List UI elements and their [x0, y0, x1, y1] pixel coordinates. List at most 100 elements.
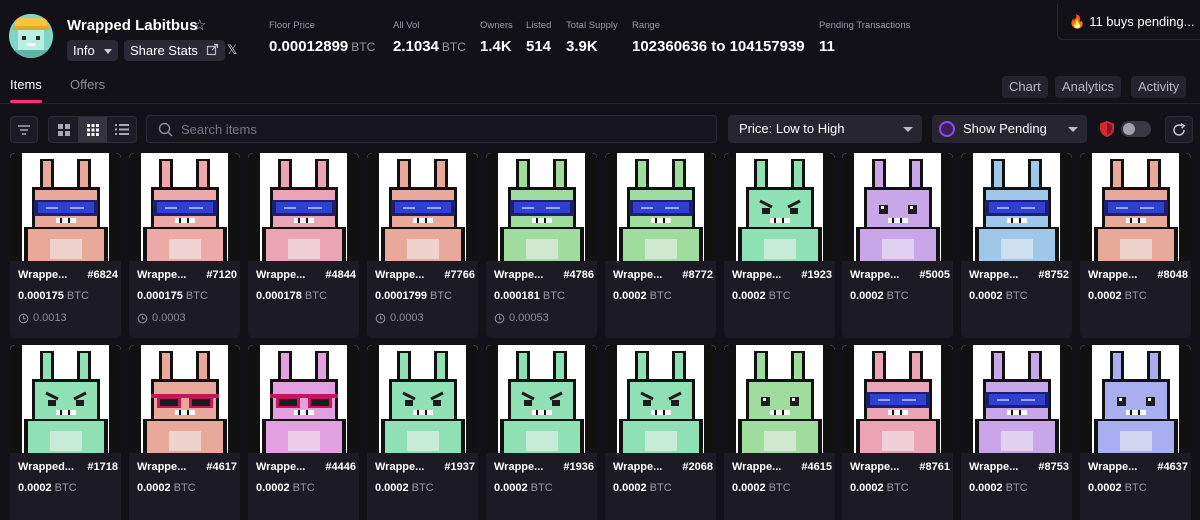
item-name: Wrappe... [732, 461, 782, 473]
favorite-star-icon[interactable]: ☆ [193, 16, 206, 34]
x-social-icon[interactable]: 𝕏 [227, 42, 237, 58]
item-price-value: 0.0002 [969, 290, 1003, 302]
refresh-button[interactable] [1165, 116, 1193, 143]
item-image [129, 153, 240, 261]
item-number: #4446 [325, 461, 356, 473]
item-card[interactable]: Wrappe... #8753 0.0002 BTC [961, 345, 1072, 520]
item-title: Wrappe... #2068 [613, 461, 713, 473]
item-title: Wrappe... #7766 [375, 269, 475, 281]
item-price-unit: BTC [886, 290, 909, 302]
item-card[interactable]: Wrappe... #4786 0.000181 BTC 0.00053 [486, 153, 597, 338]
item-card[interactable]: Wrappe... #7120 0.000175 BTC 0.0003 [129, 153, 240, 338]
list-icon [114, 124, 129, 135]
item-title: Wrappe... #4446 [256, 461, 356, 473]
pending-buys-text: 11 buys pending... [1089, 14, 1195, 29]
chevron-down-icon [1068, 127, 1078, 132]
item-card[interactable]: Wrappe... #1936 0.0002 BTC [486, 345, 597, 520]
item-price: 0.0002 BTC [613, 290, 672, 302]
pending-buys-banner[interactable]: 🔥 11 buys pending... [1057, 4, 1200, 40]
stat-all-volume: All Vol 2.1034 BTC [393, 20, 466, 55]
chevron-down-icon [903, 127, 913, 132]
item-card[interactable]: Wrappe... #6824 0.000175 BTC 0.0013 [10, 153, 121, 338]
stat-label: Range [632, 20, 660, 31]
item-price: 0.0002 BTC [18, 482, 77, 494]
filter-toggle-button[interactable] [10, 116, 38, 143]
item-price-unit: BTC [649, 482, 672, 494]
item-price-unit: BTC [1124, 290, 1147, 302]
item-number: #4786 [563, 269, 594, 281]
item-card[interactable]: Wrappe... #4446 0.0002 BTC [248, 345, 359, 520]
item-name: Wrappe... [137, 461, 187, 473]
item-image [129, 345, 240, 453]
item-card[interactable]: Wrappe... #8761 0.0002 BTC [842, 345, 953, 520]
tab-activity[interactable]: Activity [1131, 76, 1187, 98]
small-grid-view-button[interactable] [78, 117, 107, 142]
item-title: Wrappe... #7120 [137, 269, 237, 281]
share-stats-button[interactable]: Share Stats [124, 40, 225, 61]
item-number: #1936 [563, 461, 594, 473]
item-price-value: 0.000175 [18, 290, 64, 302]
tab-chart[interactable]: Chart [1002, 76, 1048, 98]
shield-toggle[interactable] [1121, 121, 1151, 137]
tab-offers[interactable]: Offers [70, 77, 105, 92]
item-card[interactable]: Wrappe... #8752 0.0002 BTC [961, 153, 1072, 338]
stat-total-supply: Total Supply 3.9K [566, 20, 618, 55]
item-title: Wrappe... #6824 [18, 269, 118, 281]
toggle-knob [1123, 123, 1135, 135]
item-name: Wrappe... [1088, 269, 1138, 281]
item-title: Wrappe... #8048 [1088, 269, 1188, 281]
item-card[interactable]: Wrappe... #1923 0.0002 BTC [724, 153, 835, 338]
stat-label: Pending Transactions [819, 20, 911, 31]
item-number: #8761 [919, 461, 950, 473]
item-number: #7120 [206, 269, 237, 281]
item-price: 0.0002 BTC [137, 482, 196, 494]
large-grid-view-button[interactable] [49, 117, 78, 142]
last-sale-icon [494, 313, 505, 323]
info-dropdown-button[interactable]: Info [67, 40, 119, 61]
item-price: 0.000181 BTC [494, 290, 565, 302]
stat-listed: Listed 514 [526, 20, 551, 55]
item-name: Wrappe... [613, 461, 663, 473]
item-title: Wrappe... #1937 [375, 461, 475, 473]
pending-filter-select[interactable]: Show Pending [932, 115, 1087, 143]
item-card[interactable]: Wrappe... #4844 0.000178 BTC [248, 153, 359, 338]
item-number: #1718 [87, 461, 118, 473]
item-card[interactable]: Wrappe... #8772 0.0002 BTC [605, 153, 716, 338]
item-card[interactable]: Wrappe... #4637 0.0002 BTC [1080, 345, 1191, 520]
item-name: Wrappe... [256, 461, 306, 473]
item-price: 0.0002 BTC [850, 482, 909, 494]
marketplace-collection-page: Wrapped Labitbus ☆ Info Share Stats 𝕏 Fl… [0, 0, 1200, 520]
item-card[interactable]: Wrapped... #1718 0.0002 BTC [10, 345, 121, 520]
item-card[interactable]: Wrappe... #4617 0.0002 BTC [129, 345, 240, 520]
sort-select[interactable]: Price: Low to High [728, 115, 922, 143]
item-card[interactable]: Wrappe... #1937 0.0002 BTC [367, 345, 478, 520]
item-price-unit: BTC [66, 290, 89, 302]
item-name: Wrappe... [375, 461, 425, 473]
item-price-value: 0.0002 [732, 290, 766, 302]
tab-analytics[interactable]: Analytics [1055, 76, 1122, 98]
tab-items[interactable]: Items [10, 77, 42, 92]
item-card[interactable]: Wrappe... #7766 0.0001799 BTC 0.0003 [367, 153, 478, 338]
item-price: 0.0002 BTC [969, 290, 1028, 302]
stat-range: Range 102360636 to 104157939 [632, 20, 805, 55]
view-mode-group [48, 116, 137, 143]
item-price-unit: BTC [886, 482, 909, 494]
item-card[interactable]: Wrappe... #8048 0.0002 BTC [1080, 153, 1191, 338]
item-card[interactable]: Wrappe... #2068 0.0002 BTC [605, 345, 716, 520]
item-number: #8048 [1157, 269, 1188, 281]
last-sale-icon [375, 313, 386, 323]
item-price: 0.0002 BTC [732, 290, 791, 302]
item-number: #8753 [1038, 461, 1069, 473]
info-label: Info [73, 43, 95, 58]
item-price-value: 0.0002 [613, 482, 647, 494]
item-price-value: 0.000181 [494, 290, 540, 302]
item-card[interactable]: Wrappe... #5005 0.0002 BTC [842, 153, 953, 338]
item-card[interactable]: Wrappe... #4615 0.0002 BTC [724, 345, 835, 520]
item-name: Wrappe... [613, 269, 663, 281]
item-image [605, 153, 716, 261]
item-image [1080, 153, 1191, 261]
list-view-button[interactable] [107, 117, 136, 142]
item-price: 0.0002 BTC [256, 482, 315, 494]
item-price: 0.0002 BTC [850, 290, 909, 302]
search-input[interactable] [181, 116, 701, 142]
